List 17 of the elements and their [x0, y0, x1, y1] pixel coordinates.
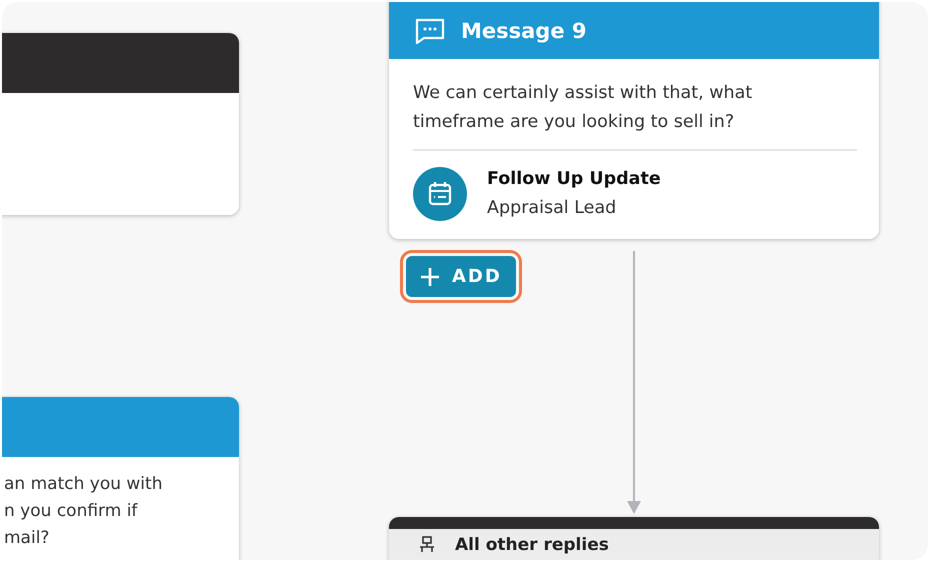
flow-card[interactable] [2, 33, 239, 215]
add-button[interactable]: ADD [406, 256, 516, 297]
reply-title: All other replies [455, 535, 609, 555]
message-title: Message 9 [461, 18, 587, 42]
message-text: n you confirm if [3, 500, 139, 523]
message-text: an match you with [3, 473, 164, 496]
reply-card[interactable]: All other replies [389, 517, 879, 560]
message-card[interactable]: Message 9 We can certainly assist with that, what timeframe are you looking to sell in? Follow Up Update Appraisal Lead [389, 2, 879, 239]
flow-card[interactable]: an match you with n you confirm if mail? [2, 397, 239, 560]
plus-icon [420, 266, 440, 286]
action-subtitle: Appraisal Lead [487, 197, 618, 220]
chat-icon [415, 18, 445, 44]
branch-icon [419, 536, 435, 554]
message-text: mail? [3, 527, 50, 550]
message-text: We can certainly assist with that, what timeframe are you looking to sell in? [413, 82, 754, 134]
calendar-icon [413, 167, 467, 221]
action-title: Follow Up Update [487, 168, 661, 191]
